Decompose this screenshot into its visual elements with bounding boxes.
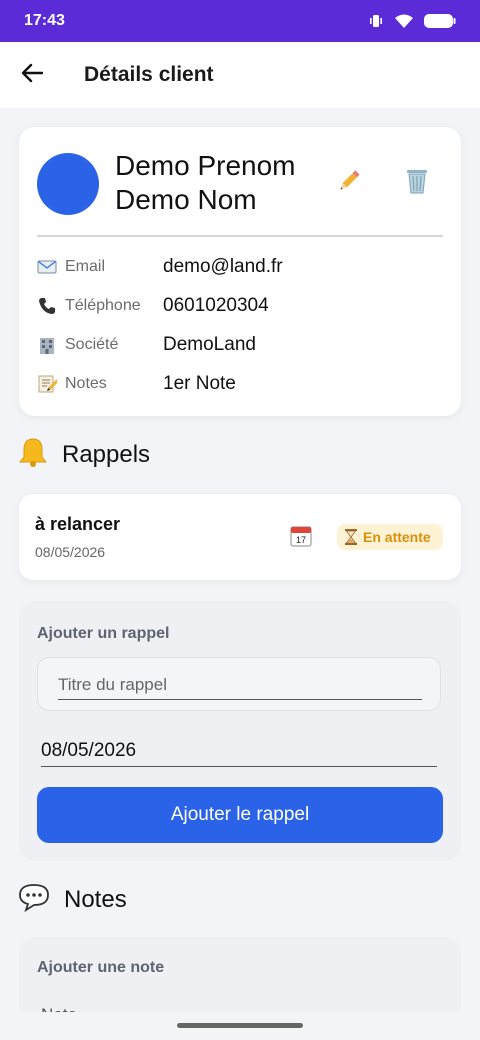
reminder-title-field: [37, 657, 441, 711]
client-card: Demo Prenom Demo Nom Email demo@land.fr …: [19, 127, 461, 416]
pencil-icon: [335, 167, 363, 200]
notes-label: Notes: [65, 375, 107, 392]
battery-icon: [424, 13, 456, 29]
bell-icon: [18, 436, 48, 473]
email-row: Email demo@land.fr: [37, 252, 443, 282]
reminders-header: Rappels: [18, 436, 150, 473]
status-text: En attente: [363, 529, 431, 545]
calendar-icon[interactable]: 17: [289, 524, 313, 548]
status-time: 17:43: [24, 12, 65, 29]
edit-button[interactable]: [333, 167, 365, 199]
notes-icon: [37, 374, 65, 394]
reminder-date: 08/05/2026: [35, 544, 106, 560]
vibrate-icon: [368, 13, 384, 29]
hourglass-icon: [345, 529, 357, 545]
client-name: Demo Prenom Demo Nom: [115, 149, 335, 217]
notes-value: 1er Note: [163, 373, 236, 394]
reminder-item[interactable]: à relancer 08/05/2026 17 En attente: [19, 494, 461, 580]
trash-icon: [404, 167, 430, 200]
add-reminder-button[interactable]: Ajouter le rappel: [37, 787, 443, 843]
company-row: Société DemoLand: [37, 330, 443, 360]
status-badge: En attente: [337, 524, 443, 550]
status-bar: 17:43: [0, 0, 480, 42]
company-icon: [37, 335, 65, 355]
reminders-title: Rappels: [62, 440, 151, 468]
add-note-label: Ajouter une note: [37, 959, 165, 976]
email-icon: [37, 260, 65, 274]
email-label: Email: [65, 258, 106, 275]
client-last-name: Demo Nom: [115, 184, 257, 215]
avatar: [37, 153, 99, 215]
notes-header: Notes: [18, 882, 127, 917]
client-first-name: Demo Prenom: [115, 150, 296, 181]
divider: [37, 235, 443, 237]
add-reminder-label: Ajouter un rappel: [37, 625, 170, 642]
wifi-icon: [394, 13, 414, 29]
phone-icon: [37, 296, 65, 316]
status-icons: [368, 13, 456, 29]
svg-text:17: 17: [296, 535, 306, 545]
app-bar: Détails client: [0, 42, 480, 108]
notes-title: Notes: [64, 885, 127, 913]
add-reminder-card: Ajouter un rappel Ajouter le rappel: [19, 601, 461, 861]
phone-value: 0601020304: [163, 295, 269, 316]
reminder-title: à relancer: [35, 514, 121, 534]
reminder-title-input[interactable]: [58, 670, 422, 700]
company-label: Société: [65, 336, 119, 353]
home-indicator[interactable]: [177, 1023, 303, 1028]
speech-bubble-icon: [18, 882, 50, 917]
email-value: demo@land.fr: [163, 256, 283, 277]
reminder-date-input[interactable]: [41, 735, 437, 767]
company-value: DemoLand: [163, 334, 256, 355]
page-title: Détails client: [84, 63, 214, 86]
back-button[interactable]: [0, 42, 64, 108]
phone-label: Téléphone: [65, 297, 141, 314]
navigation-bar: [0, 1012, 480, 1040]
delete-button[interactable]: [401, 167, 433, 199]
notes-row: Notes 1er Note: [37, 369, 443, 399]
phone-row: Téléphone 0601020304: [37, 291, 443, 321]
arrow-back-icon: [21, 63, 44, 88]
